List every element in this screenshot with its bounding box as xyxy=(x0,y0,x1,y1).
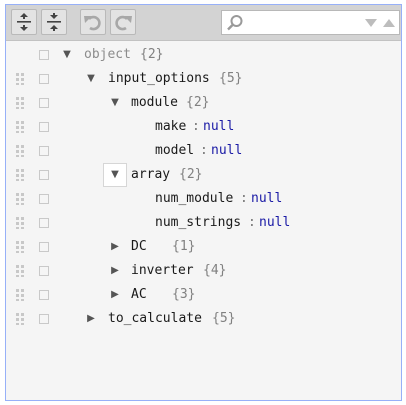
drag-handle-icon[interactable] xyxy=(16,289,24,301)
tree-row-model[interactable]: model : null xyxy=(6,139,401,163)
field-key[interactable]: model xyxy=(155,143,194,158)
drag-handle-icon[interactable] xyxy=(16,265,24,277)
key-value-separator: : xyxy=(240,191,248,206)
drag-handle-icon[interactable] xyxy=(16,121,24,133)
context-menu-button[interactable] xyxy=(39,122,49,132)
tree-row-num-module[interactable]: num_module : null xyxy=(6,187,401,211)
field-key[interactable]: inverter xyxy=(131,263,194,278)
child-count: {3} xyxy=(172,287,196,302)
search-icon xyxy=(227,15,243,31)
child-count: {5} xyxy=(212,311,236,326)
field-key[interactable]: to_calculate xyxy=(108,311,202,326)
collapse-toggle-icon[interactable]: ▶ xyxy=(82,310,100,328)
context-menu-button[interactable] xyxy=(39,266,49,276)
context-menu-button[interactable] xyxy=(39,218,49,228)
tree-row-make[interactable]: make : null xyxy=(6,115,401,139)
context-menu-button[interactable] xyxy=(39,98,49,108)
field-key[interactable]: DC xyxy=(131,239,147,254)
child-count: {4} xyxy=(203,263,227,278)
tree-row-to-calculate[interactable]: ▶ to_calculate {5} xyxy=(6,307,401,331)
expand-toggle-icon[interactable]: ▼ xyxy=(103,163,127,187)
field-key[interactable]: make xyxy=(155,119,186,134)
context-menu-button[interactable] xyxy=(39,146,49,156)
field-value[interactable]: null xyxy=(203,119,234,134)
toolbar xyxy=(6,5,401,41)
field-key: object xyxy=(84,47,131,62)
drag-handle-icon[interactable] xyxy=(16,193,24,205)
drag-handle-icon[interactable] xyxy=(16,241,24,253)
collapse-toggle-icon[interactable]: ▶ xyxy=(106,286,124,304)
expand-toggle-icon[interactable]: ▼ xyxy=(58,46,76,64)
tree-row-input-options[interactable]: ▼ input_options {5} xyxy=(6,67,401,91)
tree-row-dc[interactable]: ▶ DC {1} xyxy=(6,235,401,259)
expand-all-icon xyxy=(17,13,31,31)
tree-row-inverter[interactable]: ▶ inverter {4} xyxy=(6,259,401,283)
redo-icon xyxy=(115,15,132,31)
field-value[interactable]: null xyxy=(259,215,290,230)
json-editor: ▼ object {2} ▼ input_options {5} ▼ modul… xyxy=(5,4,402,401)
context-menu-button[interactable] xyxy=(39,290,49,300)
child-count: {2} xyxy=(140,47,164,62)
context-menu-button[interactable] xyxy=(39,194,49,204)
child-count: {1} xyxy=(172,239,196,254)
tree-row-ac[interactable]: ▶ AC {3} xyxy=(6,283,401,307)
search-input[interactable] xyxy=(246,13,358,32)
tree-row-object[interactable]: ▼ object {2} xyxy=(6,43,401,67)
tree-row-array[interactable]: ▼ array {2} xyxy=(6,163,401,187)
collapse-toggle-icon[interactable]: ▶ xyxy=(106,238,124,256)
child-count: {2} xyxy=(186,95,210,110)
key-value-separator: : xyxy=(248,215,256,230)
field-key[interactable]: AC xyxy=(131,287,147,302)
search-box xyxy=(221,10,400,35)
tree-row-module[interactable]: ▼ module {2} xyxy=(6,91,401,115)
undo-icon xyxy=(84,15,101,31)
collapse-toggle-icon[interactable]: ▶ xyxy=(106,262,124,280)
search-next-icon[interactable] xyxy=(364,18,378,28)
drag-handle-icon[interactable] xyxy=(16,169,24,181)
child-count: {2} xyxy=(179,167,203,182)
drag-handle-icon[interactable] xyxy=(16,145,24,157)
field-key[interactable]: module xyxy=(131,95,178,110)
drag-handle-icon[interactable] xyxy=(16,73,24,85)
collapse-all-icon xyxy=(47,13,61,31)
context-menu-button[interactable] xyxy=(39,74,49,84)
field-key[interactable]: input_options xyxy=(108,71,210,86)
redo-button[interactable] xyxy=(110,9,136,35)
drag-handle-icon[interactable] xyxy=(16,313,24,325)
drag-handle-icon[interactable] xyxy=(16,217,24,229)
drag-handle-icon[interactable] xyxy=(16,97,24,109)
collapse-all-button[interactable] xyxy=(41,9,67,35)
key-value-separator: : xyxy=(192,119,200,134)
expand-toggle-icon[interactable]: ▼ xyxy=(106,94,124,112)
field-key[interactable]: num_module xyxy=(155,191,233,206)
search-previous-icon[interactable] xyxy=(382,18,396,28)
key-value-separator: : xyxy=(200,143,208,158)
expand-toggle-icon[interactable]: ▼ xyxy=(82,70,100,88)
field-key[interactable]: num_strings xyxy=(155,215,241,230)
child-count: {5} xyxy=(219,71,243,86)
context-menu-button[interactable] xyxy=(39,50,49,60)
context-menu-button[interactable] xyxy=(39,242,49,252)
context-menu-button[interactable] xyxy=(39,314,49,324)
context-menu-button[interactable] xyxy=(39,170,49,180)
expand-all-button[interactable] xyxy=(11,9,37,35)
tree-row-num-strings[interactable]: num_strings : null xyxy=(6,211,401,235)
undo-button[interactable] xyxy=(80,9,106,35)
field-value[interactable]: null xyxy=(211,143,242,158)
field-value[interactable]: null xyxy=(251,191,282,206)
field-key[interactable]: array xyxy=(131,167,170,182)
